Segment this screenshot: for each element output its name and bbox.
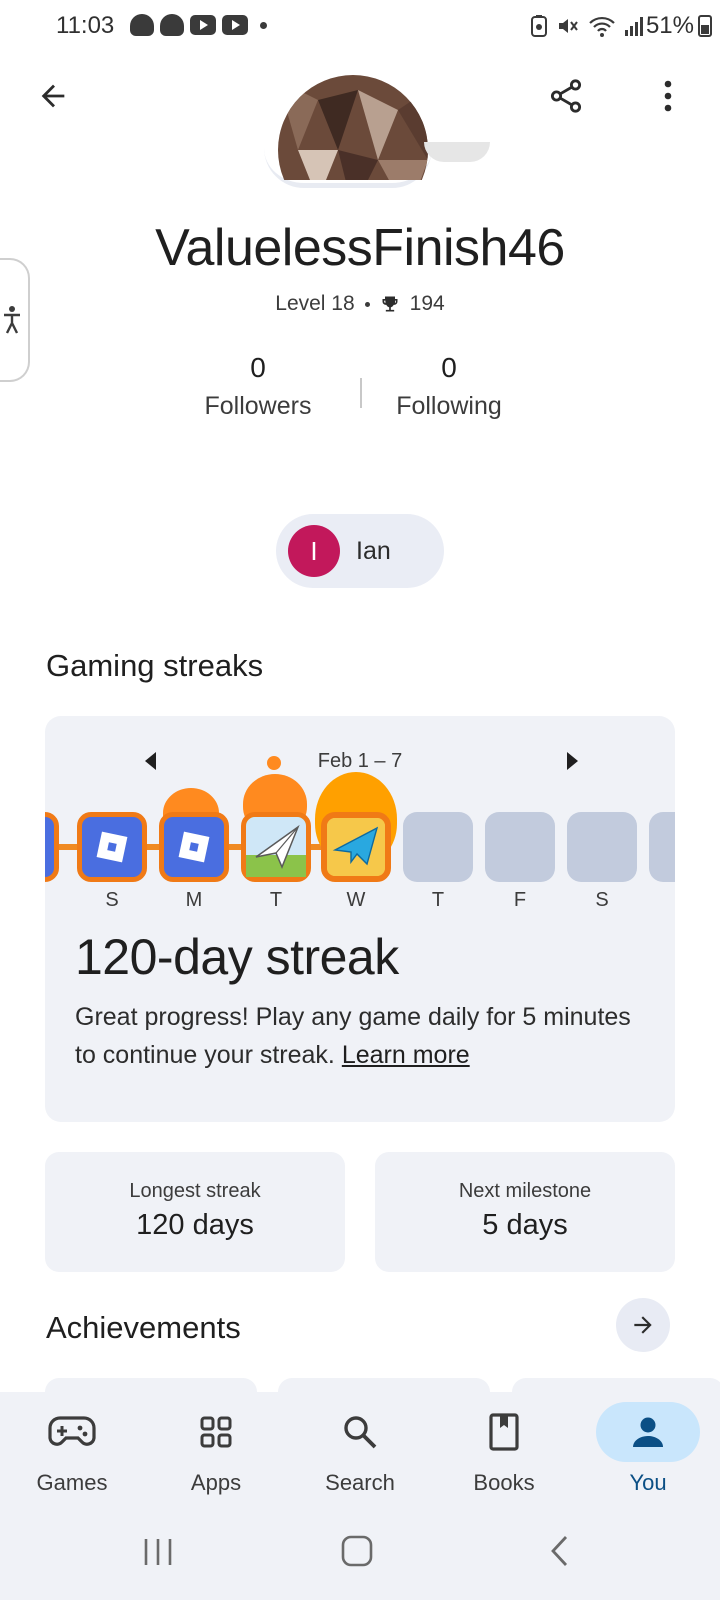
ember-icon [267,756,281,770]
nav-apps[interactable]: Apps [156,1402,276,1496]
streak-day-thursday[interactable] [403,812,473,882]
account-avatar: I [288,525,340,577]
avatar-badge [424,142,490,162]
streak-day-tuesday[interactable] [241,812,311,882]
streak-day-monday[interactable] [159,812,229,882]
next-milestone-card: Next milestone 5 days [375,1152,675,1272]
next-milestone-label: Next milestone [458,1180,592,1202]
level-text: Level 18 [275,292,355,315]
chevron-left-icon [551,1536,568,1566]
week-label: Feb 1 – 7 [317,750,403,772]
roblox-icon [96,831,128,863]
wifi-icon [589,16,615,37]
longest-streak-label: Longest streak [129,1180,261,1202]
share-icon [550,79,582,113]
achievements-arrow-button[interactable] [616,1298,670,1352]
signal-icon [625,17,643,36]
nav-label: Apps [190,1470,242,1495]
trophy-count: 194 [409,292,445,315]
battery-percent: 51% [645,12,694,39]
streak-day-friday[interactable] [485,812,555,882]
next-week-button[interactable] [567,752,578,770]
search-icon [308,1402,412,1462]
nav-games[interactable]: Games [12,1402,132,1496]
account-chip[interactable]: I Ian [276,514,444,588]
system-status-icons [530,14,646,38]
paper-plane-game-icon [327,818,385,876]
longest-streak-value: 120 days [136,1209,254,1241]
section-title-achievements: Achievements [46,1310,241,1345]
youtube-icon [190,15,216,35]
snapchat-icon [160,14,184,36]
more-options-button[interactable] [640,68,696,124]
section-title-gaming-streaks: Gaming streaks [46,648,264,683]
followers[interactable]: 0 Followers [158,352,358,421]
following-label: Following [396,392,502,420]
system-navigation-bar [0,1530,720,1580]
next-milestone-value: 5 days [482,1209,568,1241]
gamepad-icon [20,1402,124,1462]
paper-plane-game-icon [246,817,306,877]
nav-label: Books [473,1470,535,1495]
home-button[interactable] [340,1534,374,1573]
back-button[interactable] [25,68,81,124]
status-time: 11:03 [56,12,115,39]
day-label: S [595,889,609,911]
roblox-icon [178,831,210,863]
system-back-button[interactable] [548,1534,572,1573]
battery-saver-icon [531,15,547,37]
following[interactable]: 0 Following [349,352,549,421]
longest-streak-card: Longest streak 120 days [45,1152,345,1272]
apps-grid-icon [164,1402,268,1462]
nav-label: Search [325,1470,395,1495]
youtube-icon [222,15,248,35]
streak-day-sunday[interactable] [77,812,147,882]
nav-you[interactable]: You [588,1402,708,1496]
day-label: W [346,889,366,911]
more-vert-icon [664,80,672,112]
share-button[interactable] [538,68,594,124]
day-label: T [431,889,445,911]
arrow-back-icon [41,84,65,108]
arrow-forward-icon [634,1316,652,1334]
day-label: S [105,889,119,911]
person-icon [596,1402,700,1462]
notification-icons [130,14,267,36]
streak-day-wednesday[interactable] [321,812,391,882]
nav-label: Games [36,1470,108,1495]
followers-label: Followers [204,392,312,420]
nav-search[interactable]: Search [300,1402,420,1496]
more-notifications-dot-icon [260,21,267,29]
username: ValuelessFinish46 [155,219,565,277]
streak-day-previous [45,812,59,882]
book-icon [452,1402,556,1462]
battery-icon [698,15,712,37]
streak-title: 120-day streak [75,929,399,985]
streak-day-next [649,812,675,882]
avatar[interactable] [268,60,438,180]
following-count: 0 [441,352,457,383]
trophy-icon [382,296,398,312]
streak-card: Feb 1 – 7 S M T W T F S 120-day streak G… [45,716,675,1122]
followers-count: 0 [250,352,266,383]
mute-icon [559,19,578,33]
day-label: F [513,889,527,911]
level-row: Level 18 194 [0,292,720,316]
day-label: M [185,889,203,911]
home-icon [341,1535,373,1567]
learn-more-link[interactable]: Learn more [342,1041,470,1069]
separator-dot [364,301,370,307]
nav-books[interactable]: Books [444,1402,564,1496]
avatar-image [278,75,428,180]
recent-apps-icon [144,1539,172,1565]
nav-label: You [629,1470,667,1495]
streak-day-saturday[interactable] [567,812,637,882]
streak-description: Great progress! Play any game daily for … [75,998,635,1074]
snapchat-icon [130,14,154,36]
status-bar: 11:03 51% [0,0,720,52]
recent-apps-button[interactable] [138,1536,178,1573]
day-label: T [269,889,283,911]
account-name: Ian [356,536,391,565]
